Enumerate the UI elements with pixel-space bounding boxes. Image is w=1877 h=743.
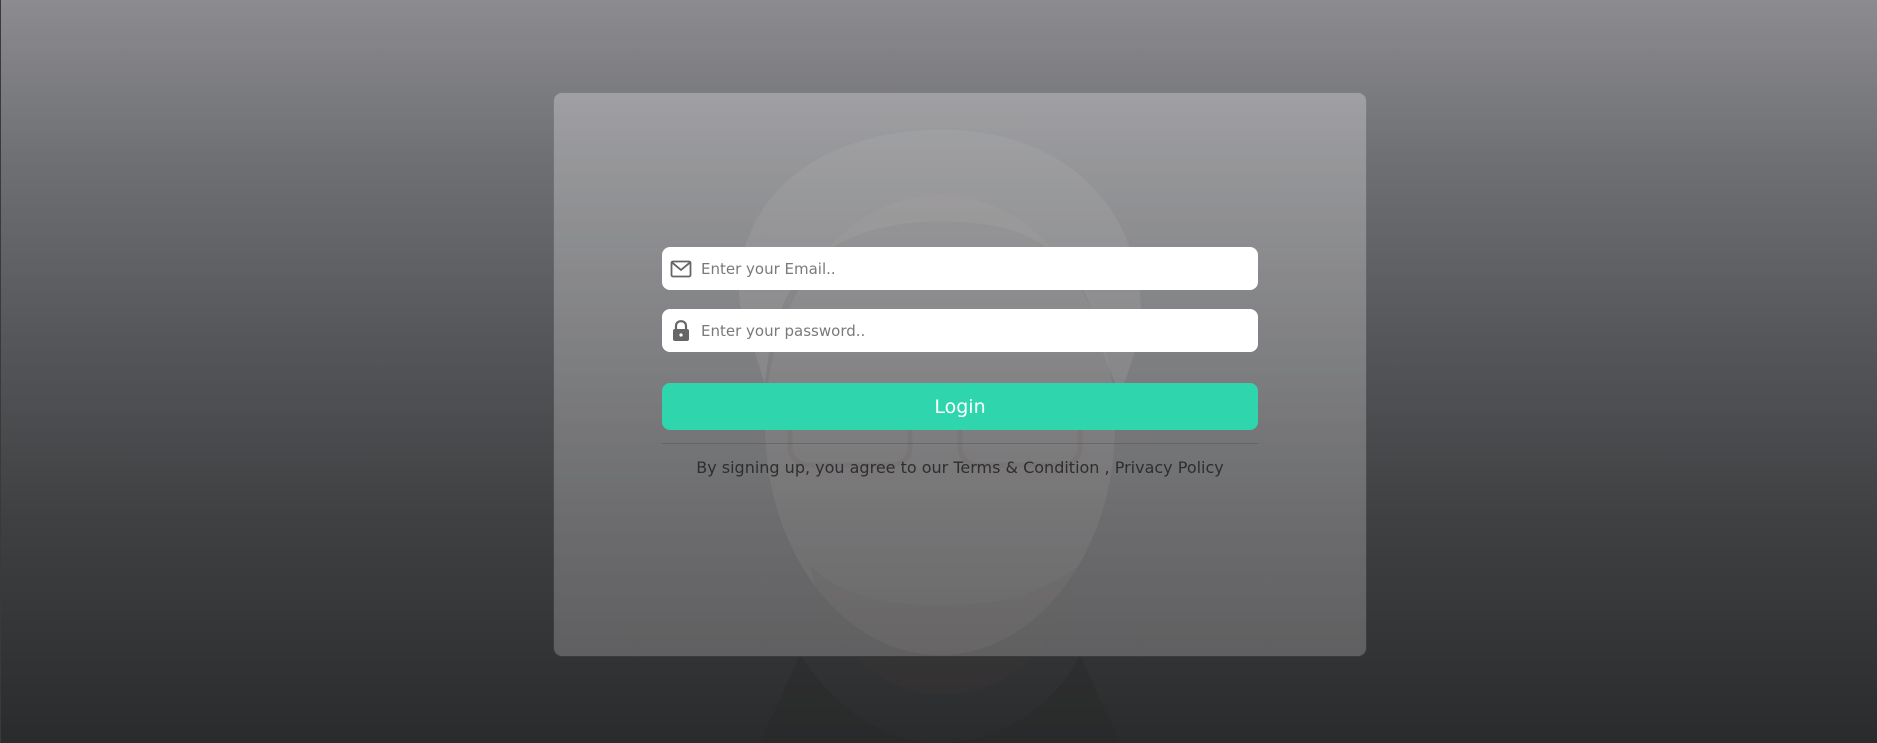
login-form: Login By signing up, you agree to our Te… [662,247,1258,477]
privacy-policy-link[interactable]: Privacy Policy [1115,458,1224,477]
email-field[interactable] [662,247,1258,290]
agreement-text: By signing up, you agree to our Terms & … [662,458,1258,477]
agreement-prefix: By signing up, you agree to our [696,458,954,477]
agreement-separator: , [1099,458,1115,477]
password-field[interactable] [662,309,1258,352]
login-page: Login By signing up, you agree to our Te… [0,0,1877,743]
login-card: Login By signing up, you agree to our Te… [554,93,1366,656]
envelope-icon [670,258,692,280]
password-input[interactable] [699,309,1243,352]
terms-link[interactable]: Terms & Condition [953,458,1099,477]
login-button[interactable]: Login [662,383,1258,430]
lock-icon [670,319,692,342]
divider [662,443,1258,444]
window-edge [0,0,1,743]
email-input[interactable] [699,247,1243,290]
